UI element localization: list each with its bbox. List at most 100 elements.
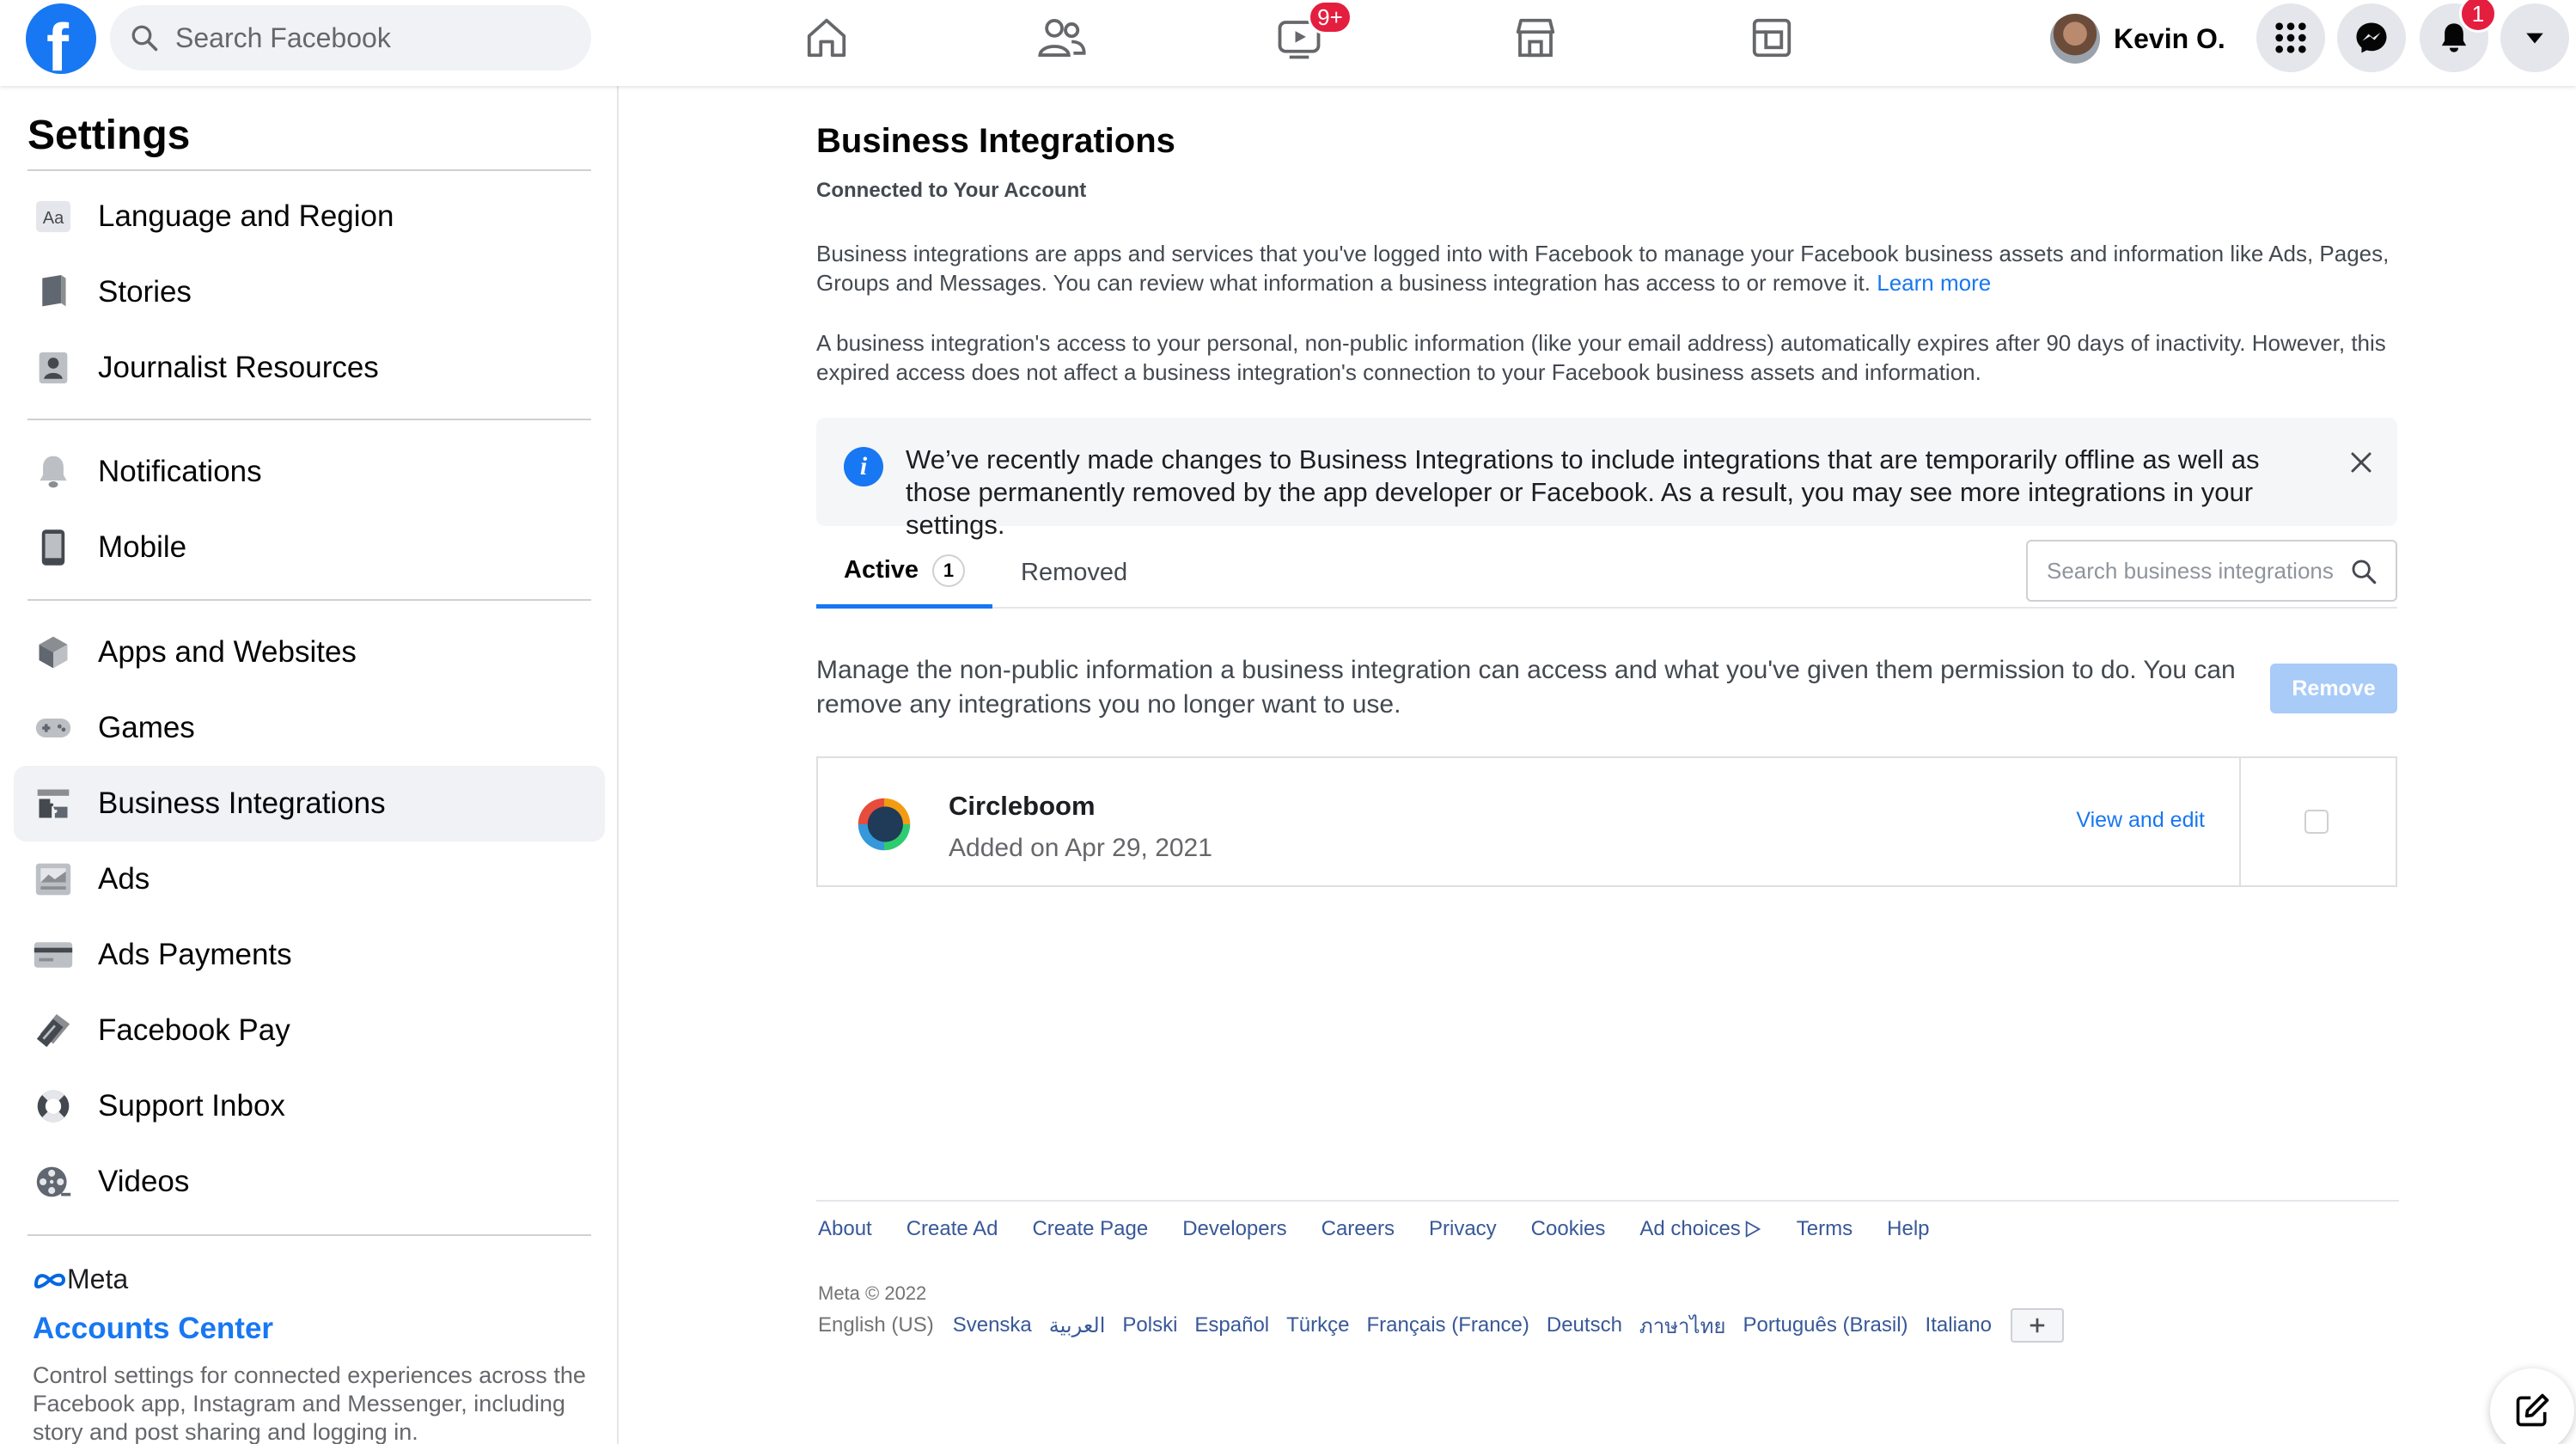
footer-link-privacy[interactable]: Privacy <box>1429 1217 1497 1241</box>
grid-menu-icon <box>2275 22 2306 53</box>
more-languages-button[interactable] <box>2010 1308 2064 1343</box>
film-reel-icon <box>33 1161 74 1202</box>
sidebar-item-label: Notifications <box>98 455 262 488</box>
select-integration-checkbox[interactable] <box>2304 810 2329 834</box>
ad-choices-label: Ad choices <box>1639 1217 1741 1240</box>
language-link[interactable]: ภาษาไทย <box>1639 1309 1726 1343</box>
business-integrations-search-input[interactable] <box>2047 542 2339 600</box>
footer-link-terms[interactable]: Terms <box>1797 1217 1853 1241</box>
footer-divider <box>816 1200 2399 1202</box>
sidebar-title: Settings <box>27 113 191 158</box>
sidebar-item-ads[interactable]: Ads <box>14 841 605 917</box>
footer-link-help[interactable]: Help <box>1887 1217 1929 1241</box>
footer-link-developers[interactable]: Developers <box>1182 1217 1286 1241</box>
search-facebook-box[interactable] <box>110 5 591 70</box>
cube-icon <box>33 632 74 673</box>
messenger-button[interactable] <box>2337 3 2406 72</box>
footer-link-create-page[interactable]: Create Page <box>1032 1217 1148 1241</box>
language-link[interactable]: Español <box>1194 1313 1269 1337</box>
sidebar-divider <box>27 599 591 601</box>
remove-button[interactable]: Remove <box>2270 664 2397 713</box>
sidebar-item-notifications[interactable]: Notifications <box>14 434 605 510</box>
sidebar-item-stories[interactable]: Stories <box>14 254 605 330</box>
sidebar-item-language-and-region[interactable]: Aa Language and Region <box>14 179 605 254</box>
search-facebook-input[interactable] <box>175 5 571 70</box>
caret-down-icon <box>2526 33 2543 44</box>
tab-removed[interactable]: Removed <box>1021 536 1127 609</box>
page-subtitle: Connected to Your Account <box>816 179 1087 202</box>
nav-friends-tab[interactable] <box>1010 5 1114 70</box>
nav-home-tab[interactable] <box>775 5 878 70</box>
book-icon <box>33 272 74 313</box>
language-link[interactable]: Polski <box>1122 1313 1177 1337</box>
sidebar-item-games[interactable]: Games <box>14 690 605 766</box>
footer-link-cookies[interactable]: Cookies <box>1531 1217 1606 1241</box>
view-and-edit-link[interactable]: View and edit <box>2076 808 2205 833</box>
profile-name: Kevin O. <box>2114 22 2225 54</box>
tab-active[interactable]: Active 1 <box>816 536 993 609</box>
ads-icon <box>33 859 74 900</box>
integration-added-date: Added on Apr 29, 2021 <box>949 834 1212 862</box>
profile-shortcut[interactable]: Kevin O. <box>2050 9 2225 69</box>
meta-label: Meta <box>67 1264 129 1294</box>
sidebar-item-label: Ads Payments <box>98 938 292 971</box>
language-link[interactable]: Deutsch <box>1547 1313 1622 1337</box>
close-banner-button[interactable] <box>2344 445 2378 480</box>
close-icon <box>2351 452 2372 473</box>
business-integrations-search[interactable] <box>2026 540 2397 602</box>
accounts-center-description: Control settings for connected experienc… <box>33 1362 586 1444</box>
sidebar-item-label: Support Inbox <box>98 1089 285 1123</box>
messenger-icon <box>2356 22 2387 53</box>
credit-card-icon <box>33 934 74 976</box>
row-separator <box>2239 758 2241 885</box>
sidebar-item-support-inbox[interactable]: Support Inbox <box>14 1068 605 1144</box>
active-count-badge: 1 <box>932 554 966 587</box>
menu-button[interactable] <box>2256 3 2325 72</box>
new-message-button[interactable] <box>2490 1368 2574 1444</box>
gaming-feed-icon <box>1752 18 1792 58</box>
info-banner-text: We’ve recently made changes to Business … <box>906 444 2260 540</box>
footer-links: About Create Ad Create Page Developers C… <box>818 1217 1964 1241</box>
footer-link-ad-choices[interactable]: Ad choices <box>1639 1217 1761 1241</box>
sidebar-item-journalist-resources[interactable]: Journalist Resources <box>14 330 605 406</box>
footer-link-create-ad[interactable]: Create Ad <box>906 1217 998 1241</box>
sidebar-divider <box>27 1234 591 1236</box>
account-menu-button[interactable] <box>2500 3 2569 72</box>
sidebar-item-mobile[interactable]: Mobile <box>14 510 605 585</box>
settings-sidebar: Settings Aa Language and Region Stories … <box>0 86 619 1444</box>
accounts-center-link[interactable]: Accounts Center <box>33 1312 273 1346</box>
footer-link-careers[interactable]: Careers <box>1322 1217 1395 1241</box>
sidebar-item-apps-and-websites[interactable]: Apps and Websites <box>14 615 605 690</box>
top-navigation-bar: f 9+ Kevin O. 1 <box>0 0 2576 86</box>
home-icon <box>807 18 846 58</box>
language-link[interactable]: العربية <box>1049 1313 1106 1338</box>
footer-link-about[interactable]: About <box>818 1217 872 1241</box>
manage-description: Manage the non-public information a busi… <box>816 656 2236 719</box>
friends-icon <box>1038 19 1086 57</box>
sidebar-item-label: Apps and Websites <box>98 635 357 669</box>
language-link[interactable]: Português (Brasil) <box>1743 1313 1908 1337</box>
facebook-logo[interactable]: f <box>26 3 96 85</box>
notifications-button[interactable]: 1 <box>2420 0 2497 72</box>
sidebar-item-ads-payments[interactable]: Ads Payments <box>14 917 605 993</box>
nav-marketplace-tab[interactable] <box>1484 5 1587 70</box>
sidebar-item-business-integrations[interactable]: Business Integrations <box>14 766 605 841</box>
sidebar-divider <box>27 169 591 171</box>
mobile-phone-icon <box>33 527 74 568</box>
language-link[interactable]: Svenska <box>953 1313 1032 1337</box>
gamepad-icon <box>33 707 74 749</box>
language-link[interactable]: Türkçe <box>1286 1313 1349 1337</box>
ad-choices-icon <box>1745 1221 1761 1238</box>
sidebar-item-label: Facebook Pay <box>98 1013 290 1047</box>
sidebar-item-videos[interactable]: Videos <box>14 1144 605 1220</box>
bell-icon <box>33 451 74 493</box>
sidebar-item-facebook-pay[interactable]: Facebook Pay <box>14 993 605 1068</box>
tab-label: Removed <box>1021 558 1128 586</box>
plus-icon <box>2030 1318 2045 1333</box>
language-link[interactable]: Français (France) <box>1367 1313 1529 1337</box>
nav-watch-tab[interactable]: 9+ <box>1248 0 1352 70</box>
current-language: English (US) <box>818 1313 934 1337</box>
learn-more-link[interactable]: Learn more <box>1877 270 1991 296</box>
nav-gaming-tab[interactable] <box>1720 5 1823 70</box>
language-link[interactable]: Italiano <box>1926 1313 1992 1337</box>
